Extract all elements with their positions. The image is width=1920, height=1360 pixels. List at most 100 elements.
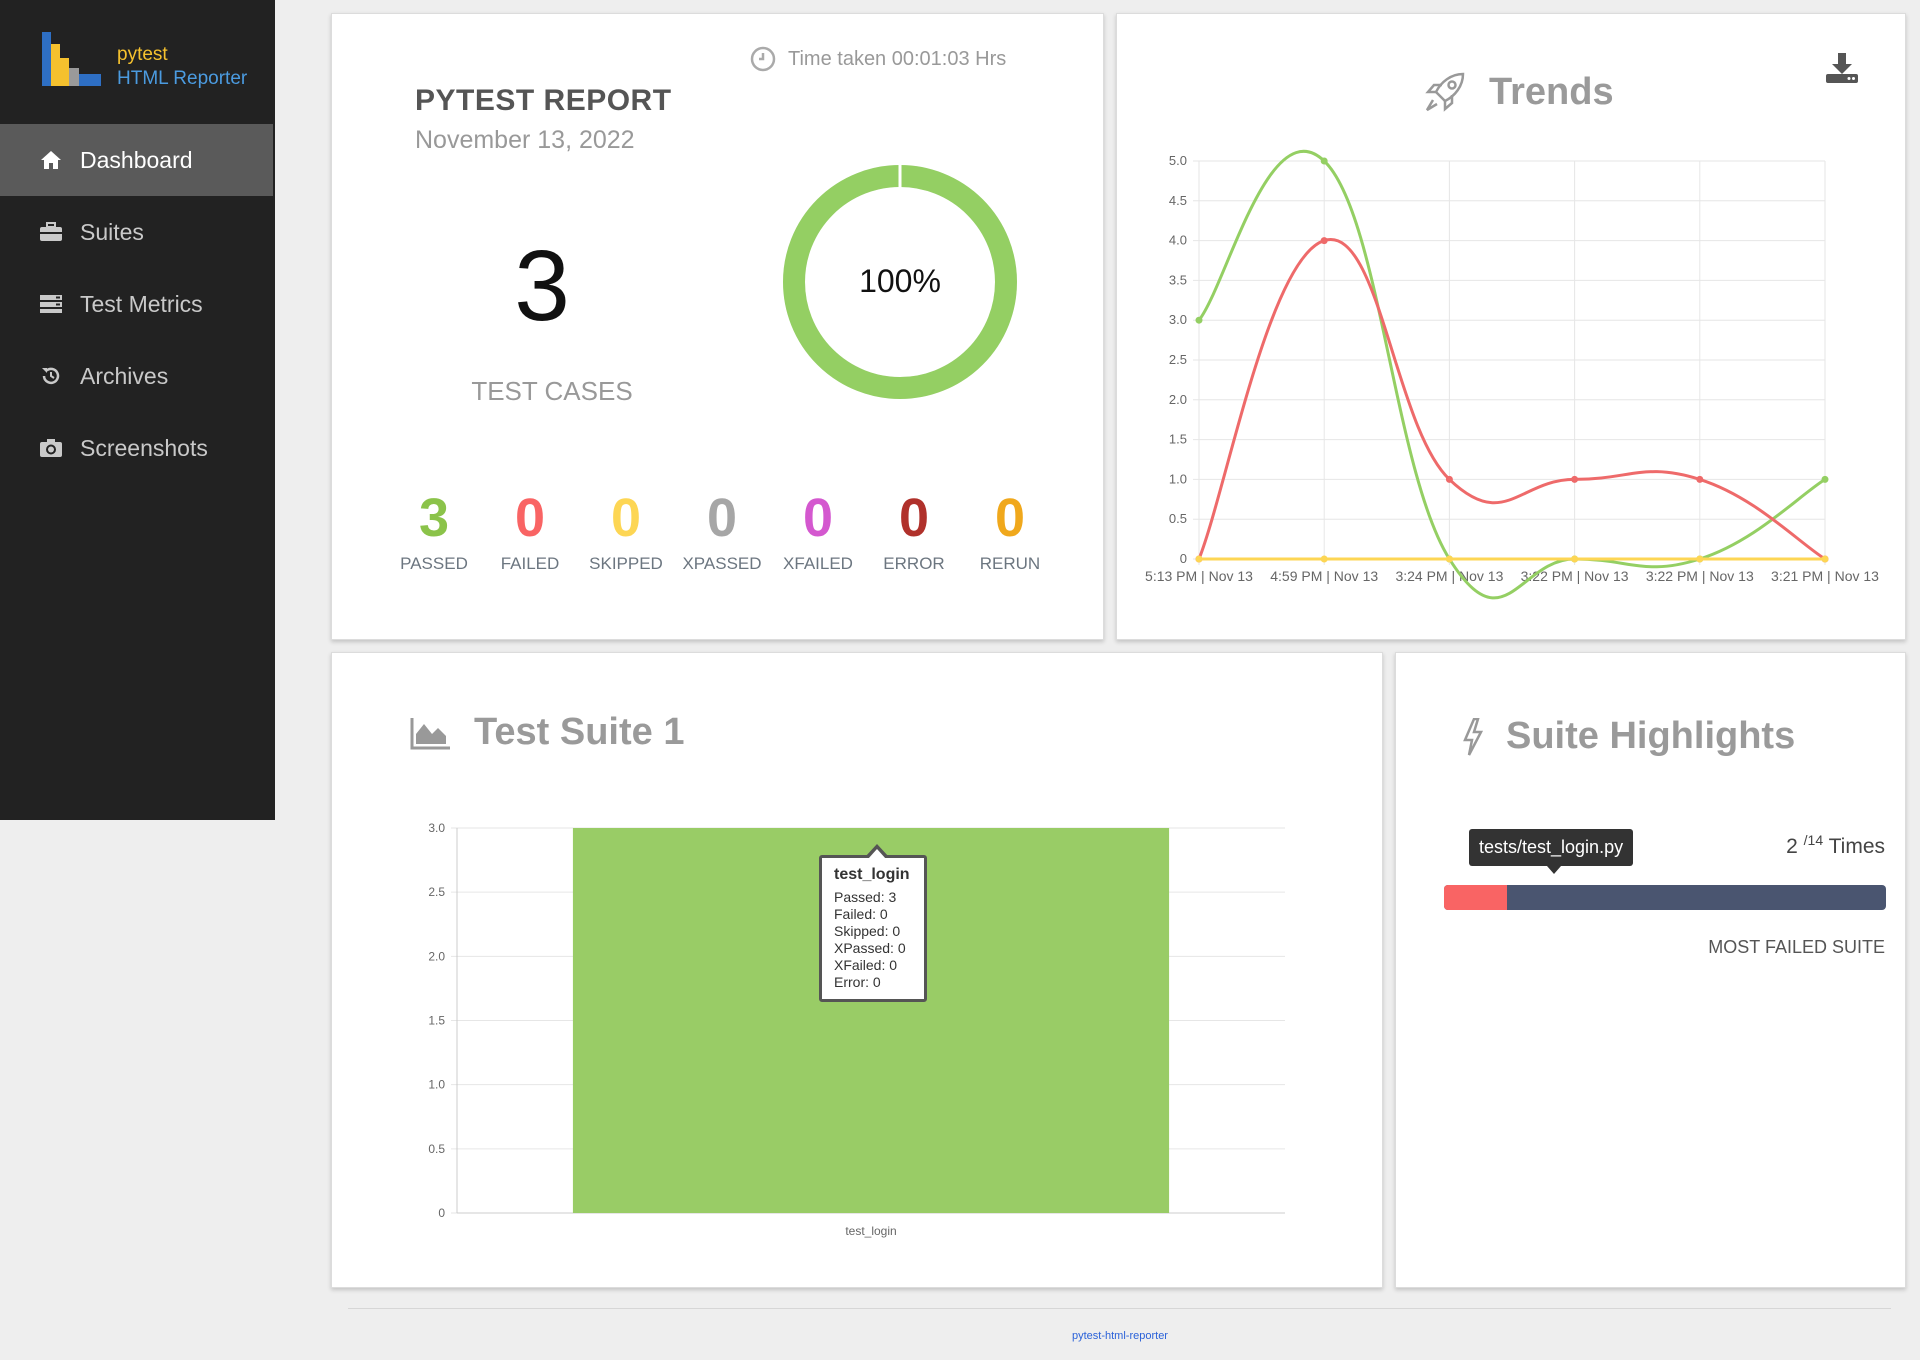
x-tick-label: 3:22 PM | Nov 13 <box>1646 568 1754 584</box>
tooltip-title: test_login <box>834 866 910 883</box>
highlights-title: Suite Highlights <box>1506 715 1796 757</box>
time-taken: Time taken 00:01:03 Hrs <box>750 46 1006 72</box>
bolt-icon <box>1463 717 1484 756</box>
y-tick-label: 2.0 <box>428 949 445 963</box>
y-tick-label: 1.0 <box>1169 471 1187 486</box>
sidebar-item-test-metrics[interactable]: Test Metrics <box>0 268 275 340</box>
y-tick-label: 0 <box>438 1206 445 1220</box>
stat-label: XPASSED <box>682 554 762 574</box>
y-tick-label: 3.0 <box>428 821 445 835</box>
suite-highlights-card: Suite Highlights tests/test_login.py 2 /… <box>1395 652 1906 1288</box>
footer-link[interactable]: pytest-html-reporter <box>0 1330 1920 1342</box>
bar-chart-logo-icon <box>42 32 101 86</box>
failure-progress-fill <box>1444 885 1508 910</box>
pass-rate-donut: 100% <box>783 164 1017 399</box>
most-failed-suite-name[interactable]: tests/test_login.py <box>1469 829 1634 874</box>
pass-rate-percent: 100% <box>859 263 941 299</box>
tooltip-line: Failed: 0 <box>834 906 888 922</box>
download-icon[interactable] <box>1825 52 1859 84</box>
failure-progress-bar <box>1444 885 1886 910</box>
sidebar: pytest HTML Reporter Dashboard Suites Te… <box>0 0 275 820</box>
failure-count-total: /14 <box>1803 832 1824 848</box>
data-point <box>1821 475 1829 483</box>
bar-tooltip: test_login Passed: 3 Failed: 0 Skipped: … <box>819 844 927 1002</box>
stat-xfailed[interactable]: 0 XFAILED <box>770 488 866 574</box>
report-title: PYTEST REPORT <box>415 84 672 117</box>
briefcase-icon <box>38 219 64 245</box>
test-cases-label: TEST CASES <box>471 376 633 406</box>
sidebar-item-dashboard[interactable]: Dashboard <box>0 124 273 196</box>
sidebar-item-archives[interactable]: Archives <box>0 340 275 412</box>
y-tick-label: 0 <box>1180 551 1187 566</box>
y-tick-label: 1.5 <box>1169 432 1187 447</box>
tooltip-line: Error: 0 <box>834 974 881 990</box>
stat-passed[interactable]: 3 PASSED <box>386 488 482 574</box>
status-counts: 3 PASSED 0 FAILED 0 SKIPPED 0 XPASSED 0 … <box>386 488 1066 574</box>
x-tick-label: 3:22 PM | Nov 13 <box>1521 568 1629 584</box>
server-icon <box>38 291 64 317</box>
stat-rerun[interactable]: 0 RERUN <box>962 488 1058 574</box>
y-tick-label: 4.5 <box>1169 193 1187 208</box>
data-point <box>1821 555 1829 563</box>
stat-value: 0 <box>994 488 1026 548</box>
clock-icon <box>750 46 776 72</box>
stat-label: FAILED <box>500 554 560 574</box>
x-tick-label: 3:21 PM | Nov 13 <box>1771 568 1879 584</box>
data-point <box>1320 157 1328 165</box>
test-suite-card: 0 0.5 1.0 1.5 2.0 2.5 3.0 test_login Test Suite… <box>331 652 1383 1288</box>
data-point <box>1445 555 1453 563</box>
stat-error[interactable]: 0 ERROR <box>866 488 962 574</box>
data-point <box>1445 475 1453 483</box>
camera-icon <box>38 435 64 461</box>
stat-label: SKIPPED <box>589 554 663 574</box>
stat-value: 0 <box>802 488 834 548</box>
stat-xpassed[interactable]: 0 XPASSED <box>674 488 770 574</box>
series-line <box>1197 149 1826 600</box>
sidebar-item-label: Dashboard <box>80 146 193 173</box>
stat-label: ERROR <box>883 554 945 574</box>
footer-divider <box>348 1308 1891 1309</box>
sidebar-item-suites[interactable]: Suites <box>0 196 275 268</box>
report-summary-card: Time taken 00:01:03 Hrs PYTEST REPORT No… <box>331 13 1104 640</box>
tooltip-line: Skipped: 0 <box>834 923 901 939</box>
failure-count-unit: Times <box>1828 835 1885 858</box>
area-chart-icon <box>410 717 450 749</box>
data-point <box>1195 316 1203 324</box>
rocket-icon <box>1425 72 1465 112</box>
tooltip-line: XFailed: 0 <box>834 957 898 973</box>
stat-label: PASSED <box>400 554 468 574</box>
sidebar-nav: Dashboard Suites Test Metrics Archives S… <box>0 124 275 484</box>
series-line <box>1197 238 1826 561</box>
sidebar-item-label: Screenshots <box>80 434 208 461</box>
brand-line2: HTML Reporter <box>117 68 248 89</box>
sidebar-item-screenshots[interactable]: Screenshots <box>0 412 275 484</box>
y-tick-label: 2.5 <box>1169 352 1187 367</box>
stat-value: 0 <box>898 488 930 548</box>
y-tick-label: 2.0 <box>1169 392 1187 407</box>
home-icon <box>38 147 64 173</box>
trends-card: 0 0.5 1.0 1.5 2.0 2.5 3.0 3.5 4.0 4.5 5.0 5:13 PM |… <box>1116 13 1906 640</box>
data-point <box>1696 555 1704 563</box>
y-tick-label: 0.5 <box>1169 511 1187 526</box>
stat-value: 0 <box>706 488 738 548</box>
data-point <box>1195 555 1203 563</box>
brand-line1: pytest <box>117 44 168 65</box>
y-tick-label: 1.5 <box>428 1014 445 1028</box>
sidebar-item-label: Test Metrics <box>80 290 203 317</box>
sidebar-item-label: Archives <box>80 362 169 389</box>
stat-failed[interactable]: 0 FAILED <box>482 488 578 574</box>
y-tick-label: 3.5 <box>1169 272 1187 287</box>
data-point <box>1571 555 1579 563</box>
data-point <box>1696 475 1704 483</box>
y-tick-label: 2.5 <box>428 885 445 899</box>
brand[interactable]: pytest HTML Reporter <box>40 30 270 90</box>
failure-count: 2 /14 Times <box>1786 832 1885 859</box>
trends-title: Trends <box>1489 70 1614 113</box>
stat-skipped[interactable]: 0 SKIPPED <box>578 488 674 574</box>
trends-header: Trends <box>1423 70 1614 114</box>
tooltip-line: Passed: 3 <box>834 889 897 905</box>
x-tick-label: test_login <box>845 1224 896 1238</box>
x-tick-label: 3:24 PM | Nov 13 <box>1395 568 1503 584</box>
y-tick-label: 1.0 <box>428 1078 445 1092</box>
stat-value: 0 <box>514 488 546 548</box>
